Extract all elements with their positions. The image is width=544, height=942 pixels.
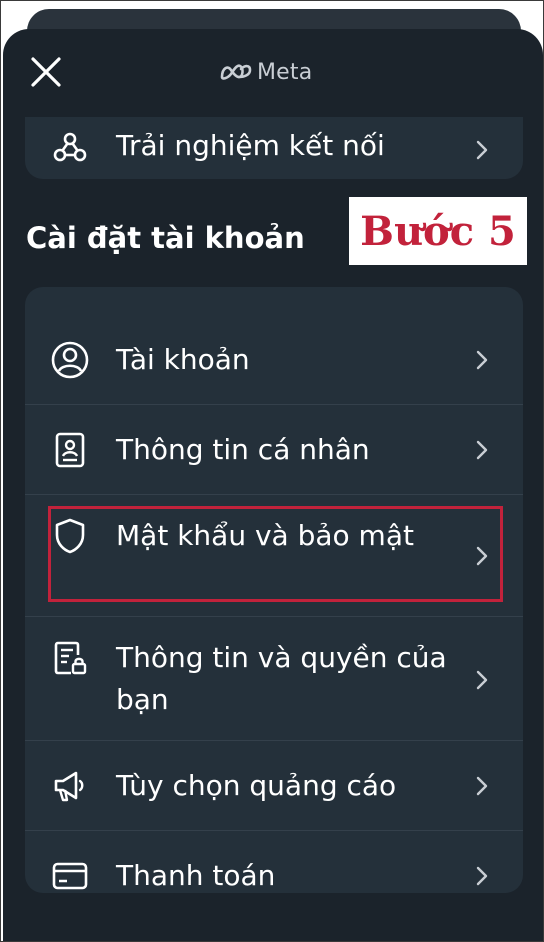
chevron-right-icon xyxy=(475,349,489,371)
id-card-icon xyxy=(49,429,91,471)
meta-logo-icon xyxy=(219,62,253,82)
meta-wordmark: Meta xyxy=(257,59,313,85)
credit-card-icon xyxy=(49,855,91,893)
settings-item-label: Tài khoản xyxy=(116,343,250,376)
document-lock-icon xyxy=(49,637,91,679)
settings-item-personal-info[interactable]: Thông tin cá nhân xyxy=(25,405,523,495)
connected-experiences-item[interactable]: Trải nghiệm kết nối xyxy=(25,117,523,179)
settings-item-ad-preferences[interactable]: Tùy chọn quảng cáo xyxy=(25,741,523,831)
megaphone-icon xyxy=(49,765,91,807)
settings-item-label: Thanh toán xyxy=(116,859,276,892)
chevron-right-icon xyxy=(475,669,489,691)
account-settings-card: Tài khoản Thông tin cá nhân Mật khẩu và … xyxy=(25,287,523,893)
step-label: Bước 5 xyxy=(349,197,527,265)
settings-item-label: Thông tin cá nhân xyxy=(116,433,370,466)
meta-brand: Meta xyxy=(219,57,312,87)
settings-item-payments[interactable]: Thanh toán xyxy=(25,831,523,893)
section-title: Cài đặt tài khoản xyxy=(26,221,305,255)
chevron-right-icon xyxy=(475,545,489,567)
chevron-right-icon xyxy=(475,439,489,461)
shield-icon xyxy=(49,515,91,557)
chevron-right-icon xyxy=(475,865,489,887)
close-icon xyxy=(31,57,61,87)
top-settings-card: Trải nghiệm kết nối xyxy=(25,117,523,179)
settings-item-label: Tùy chọn quảng cáo xyxy=(116,769,397,802)
settings-item-your-info-permissions[interactable]: Thông tin và quyền của bạn xyxy=(25,617,523,741)
chevron-right-icon xyxy=(475,775,489,797)
account-circle-icon xyxy=(49,339,91,381)
connected-experiences-label: Trải nghiệm kết nối xyxy=(116,129,385,162)
connections-icon xyxy=(49,127,91,169)
settings-item-password-security[interactable]: Mật khẩu và bảo mật xyxy=(25,495,523,617)
settings-item-label: Mật khẩu và bảo mật xyxy=(116,519,414,552)
settings-item-label: Thông tin và quyền của bạn xyxy=(116,641,447,716)
close-button[interactable] xyxy=(29,55,63,89)
chevron-right-icon xyxy=(475,139,489,161)
settings-item-account[interactable]: Tài khoản xyxy=(25,287,523,405)
screenshot-frame: Meta Trải nghiệm kết nối Cài đặt tài kho… xyxy=(0,0,544,942)
